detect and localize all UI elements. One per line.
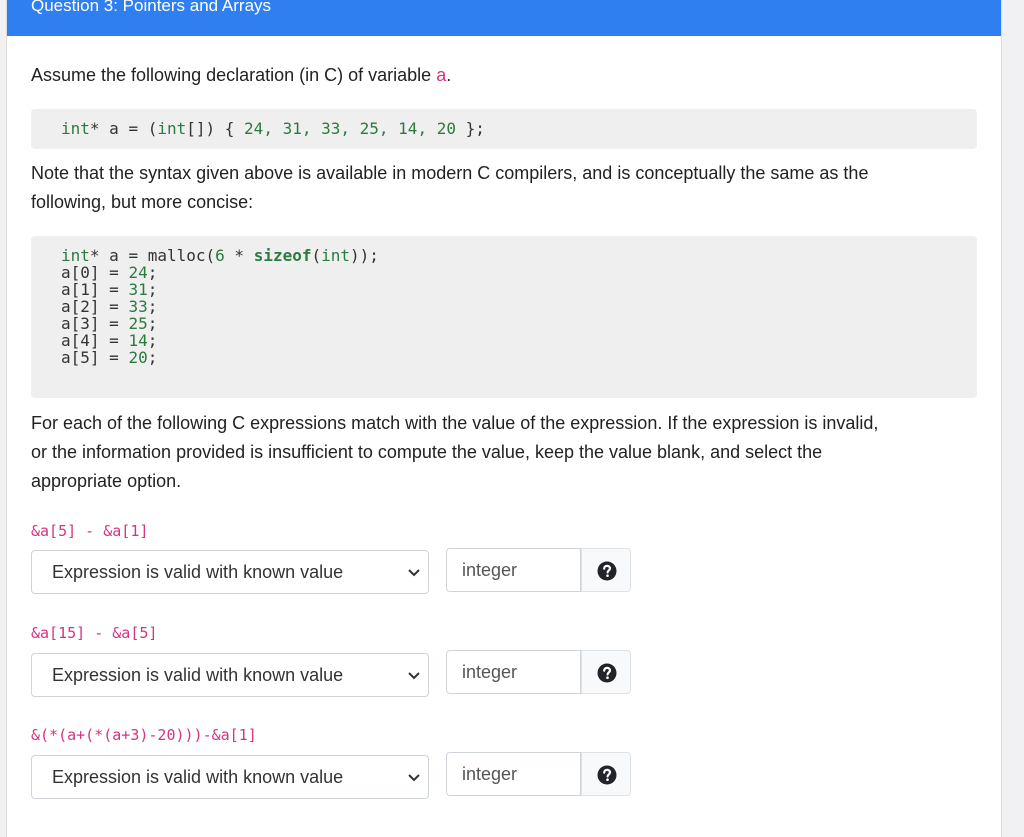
- instructions-line-2: or the information provided is insuffici…: [31, 442, 823, 462]
- code2-int: int: [321, 246, 351, 265]
- note-line-1: Note that the syntax given above is avai…: [31, 163, 869, 183]
- instructions-line-3: appropriate option.: [31, 471, 182, 491]
- validity-select-value: Expression is valid with known value: [52, 767, 344, 787]
- question-title: Question 3: Pointers and Arrays: [31, 0, 272, 15]
- intro-variable: a: [436, 65, 447, 85]
- code1-type: int: [61, 119, 90, 138]
- assign-end: ;: [147, 348, 158, 367]
- instructions-line-1: For each of the following C expressions …: [31, 413, 879, 433]
- chevron-down-icon: [408, 774, 420, 782]
- assign-value: 20: [128, 348, 148, 367]
- help-button[interactable]: [581, 548, 631, 592]
- validity-select[interactable]: Expression is valid with known value: [31, 755, 429, 799]
- assign-lhs: a[5] =: [61, 348, 129, 367]
- code1-end: };: [455, 119, 485, 138]
- validity-select[interactable]: Expression is valid with known value: [31, 653, 429, 697]
- question-circle-icon: [597, 663, 617, 683]
- intro-text: Assume the following declaration (in C) …: [31, 61, 451, 90]
- code1-type2: int: [157, 119, 187, 138]
- help-button[interactable]: [581, 650, 631, 694]
- code2-times: *: [224, 246, 254, 265]
- help-button[interactable]: [581, 752, 631, 796]
- question-header: Question 3: Pointers and Arrays: [7, 0, 1001, 36]
- malloc-code: int* a = malloc(6 * sizeof(int)); a[0] =…: [61, 247, 379, 366]
- note-text: Note that the syntax given above is avai…: [31, 159, 868, 217]
- malloc-code-block: int* a = malloc(6 * sizeof(int)); a[0] =…: [31, 236, 977, 398]
- validity-select-value: Expression is valid with known value: [52, 562, 344, 582]
- intro-text-before: Assume the following declaration (in C) …: [31, 65, 437, 85]
- validity-select[interactable]: Expression is valid with known value: [31, 550, 429, 594]
- code2-paren: (: [311, 246, 322, 265]
- declaration-code-block: int* a = (int[]) { 24, 31, 33, 25, 14, 2…: [31, 109, 977, 149]
- intro-text-after: .: [446, 65, 452, 85]
- value-input[interactable]: [446, 752, 581, 796]
- validity-select-value: Expression is valid with known value: [52, 665, 344, 685]
- expression-label: &a[5] - &a[1]: [31, 522, 149, 540]
- question-card: Question 3: Pointers and Arrays Assume t…: [6, 0, 1002, 837]
- code1-decl: * a = (: [89, 119, 158, 138]
- code1-decl2: []) {: [186, 119, 245, 138]
- question-circle-icon: [597, 765, 617, 785]
- instructions-text: For each of the following C expressions …: [31, 409, 878, 496]
- question-circle-icon: [597, 561, 617, 581]
- expression-label: &(*(a+(*(a+3)-20)))-&a[1]: [31, 726, 257, 744]
- code1-values: 24, 31, 33, 25, 14, 20: [244, 119, 456, 138]
- value-input[interactable]: [446, 650, 581, 694]
- note-line-2: following, but more concise:: [31, 192, 254, 212]
- chevron-down-icon: [408, 569, 420, 577]
- chevron-down-icon: [408, 672, 420, 680]
- expression-label: &a[15] - &a[5]: [31, 624, 158, 642]
- code2-close: ));: [350, 246, 379, 265]
- code2-count: 6: [215, 246, 225, 265]
- value-input[interactable]: [446, 548, 581, 592]
- code2-sizeof: sizeof: [253, 246, 312, 265]
